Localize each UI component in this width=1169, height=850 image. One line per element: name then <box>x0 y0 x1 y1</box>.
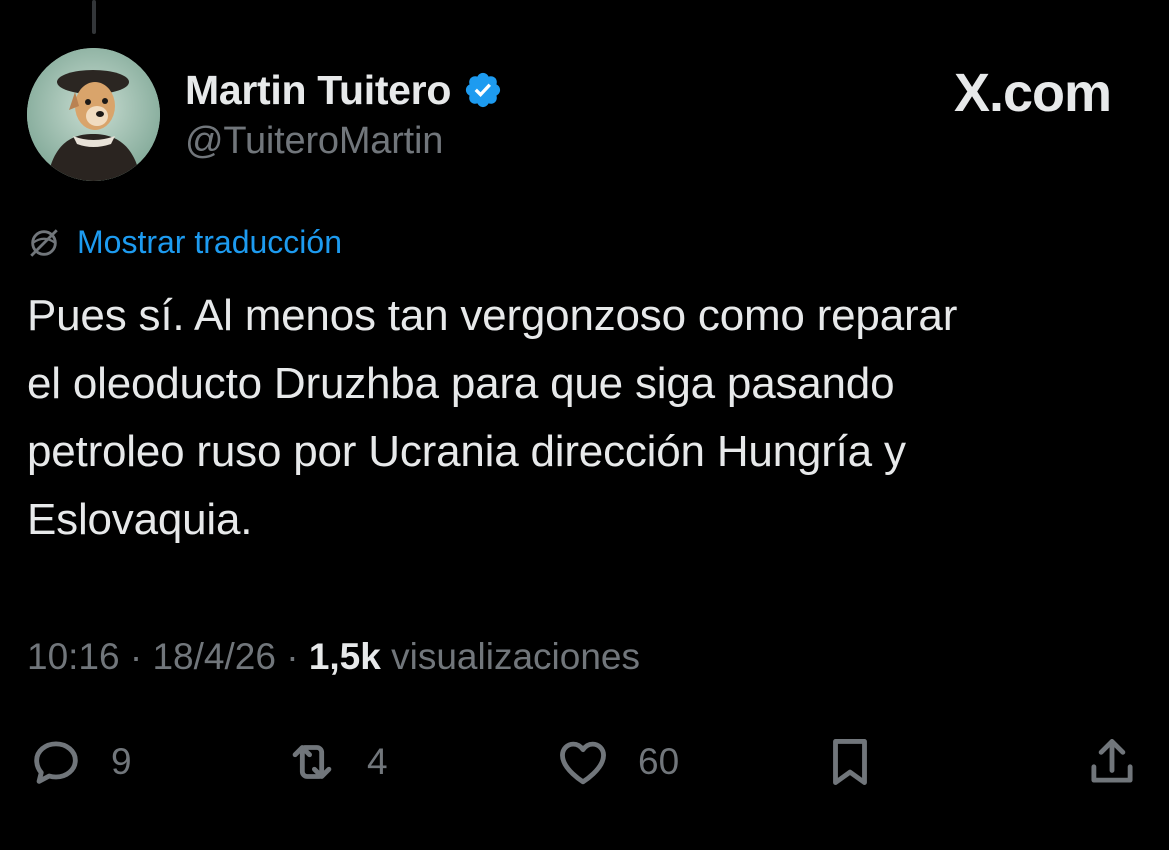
like-button[interactable]: 60 <box>554 730 679 794</box>
repost-icon <box>292 745 332 779</box>
views-count: 1,5k <box>308 636 381 677</box>
translate-link[interactable]: Mostrar traducción <box>27 224 342 261</box>
repost-count: 4 <box>367 741 388 782</box>
tweet-text: Pues sí. Al menos tan vergonzoso como re… <box>27 291 958 544</box>
brand-domain: X.com <box>953 63 1112 123</box>
author-block: Martin Tuitero @TuiteroMartin <box>185 66 503 163</box>
tweet-meta: 10:16 · 18/4/26 · 1,5k visualizaciones <box>27 636 640 678</box>
meta-separator: · <box>275 636 309 677</box>
author-display-name[interactable]: Martin Tuitero <box>185 67 451 114</box>
repost-button[interactable]: 4 <box>283 730 388 794</box>
verified-badge-icon[interactable] <box>463 70 503 110</box>
globe-slash-icon <box>30 228 58 257</box>
avatar-image <box>27 48 160 181</box>
translate-label[interactable]: Mostrar traducción <box>77 224 342 261</box>
heart-icon <box>560 741 606 785</box>
author-name-row: Martin Tuitero <box>185 66 503 114</box>
bookmark-icon <box>833 739 867 785</box>
avatar[interactable] <box>27 48 160 181</box>
brand-watermark: X.com <box>953 62 1112 124</box>
views-label: visualizaciones <box>391 636 640 677</box>
share-icon <box>1091 739 1133 783</box>
author-handle[interactable]: @TuiteroMartin <box>185 120 503 163</box>
bookmark-button[interactable] <box>821 730 879 794</box>
reply-count: 9 <box>111 741 132 782</box>
reply-button[interactable]: 9 <box>27 730 132 794</box>
like-count: 60 <box>638 741 680 782</box>
tweet-date[interactable]: 18/4/26 <box>152 636 275 677</box>
tweet-time[interactable]: 10:16 <box>27 636 120 677</box>
thread-connector-line <box>92 0 96 34</box>
share-button[interactable] <box>1083 730 1141 794</box>
meta-separator: · <box>119 636 153 677</box>
reply-icon <box>34 741 78 784</box>
action-bar: 9 4 60 <box>0 730 1169 794</box>
